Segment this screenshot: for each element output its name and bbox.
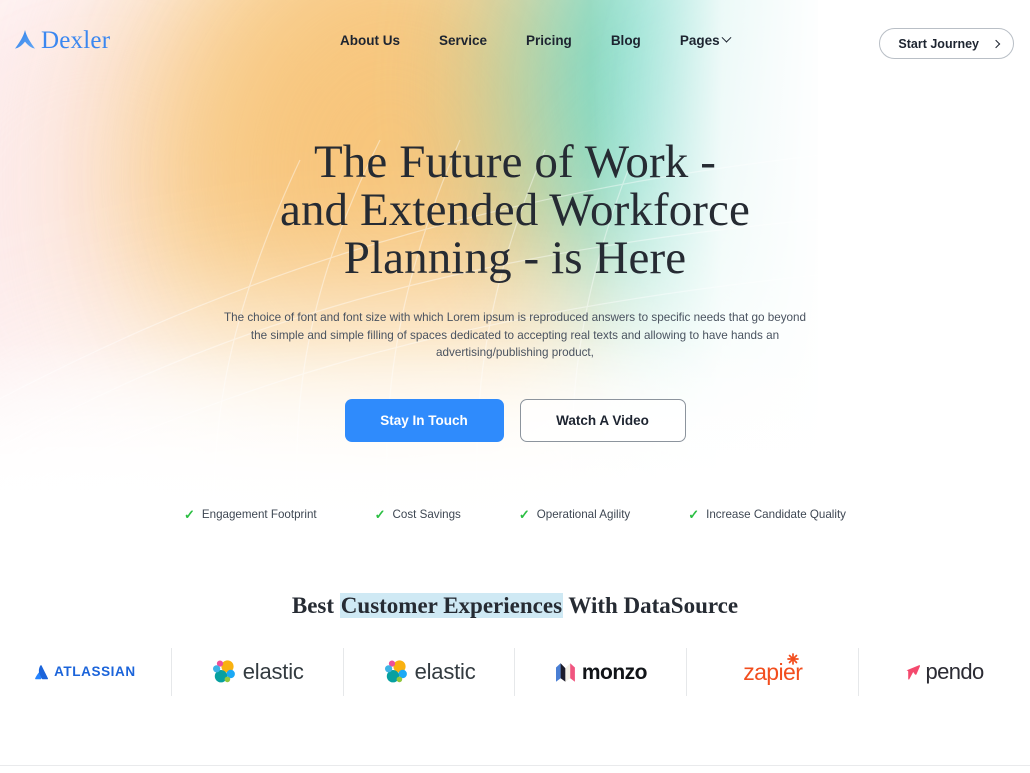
- partner-name: elastic: [414, 659, 476, 684]
- nav-item-about-us[interactable]: About Us: [340, 33, 400, 48]
- feature-label: Operational Agility: [536, 508, 631, 521]
- arrow-up-logo-icon: [15, 29, 35, 49]
- check-icon: ✓: [374, 507, 386, 522]
- check-icon: ✓: [518, 507, 530, 522]
- partner-name: pendo: [925, 659, 984, 684]
- partner-logo-elastic-2[interactable]: elastic: [344, 648, 516, 696]
- watch-a-video-button[interactable]: Watch A Video: [519, 399, 686, 442]
- nav-item-pricing[interactable]: Pricing: [526, 33, 572, 48]
- partners-title-highlight: Customer Experiences: [339, 593, 564, 618]
- partner-logos-row: ATLASSIAN elastic elastic monzo zapier p…: [0, 648, 1030, 696]
- hero-title-line-1: The Future of Work -: [314, 136, 716, 188]
- feature-item: ✓ Increase Candidate Quality: [688, 508, 846, 521]
- feature-label: Increase Candidate Quality: [706, 508, 846, 521]
- monzo-logo-icon: [555, 662, 575, 682]
- feature-item: ✓ Operational Agility: [519, 508, 630, 521]
- nav-item-pages[interactable]: Pages: [679, 32, 732, 48]
- pendo-logo-icon: [906, 664, 921, 680]
- nav-label-about-us: About Us: [340, 33, 400, 48]
- nav-label-pricing: Pricing: [526, 33, 572, 48]
- elastic-logo-icon: [384, 660, 407, 683]
- partner-name: ATLASSIAN: [54, 664, 136, 680]
- hero-feature-list: ✓ Engagement Footprint ✓ Cost Savings ✓ …: [0, 508, 1030, 521]
- hero-cta-group: Stay In Touch Watch A Video: [0, 399, 1030, 442]
- atlassian-logo-icon: [35, 664, 49, 679]
- footer-divider: [0, 765, 1030, 766]
- start-journey-label: Start Journey: [898, 36, 979, 51]
- partners-title-suffix: With DataSource: [563, 593, 739, 618]
- partners-title: Best Customer Experiences With DataSourc…: [0, 592, 1030, 620]
- landing-page: Dexler About Us Service Pricing Blog Pag…: [0, 0, 1030, 773]
- zapier-spark-icon: [787, 652, 800, 665]
- main-navigation: About Us Service Pricing Blog Pages: [340, 32, 732, 48]
- feature-item: ✓ Cost Savings: [375, 508, 461, 521]
- start-journey-button[interactable]: Start Journey: [879, 28, 1014, 59]
- partner-name: elastic: [242, 659, 304, 684]
- nav-label-pages: Pages: [679, 33, 720, 48]
- feature-label: Engagement Footprint: [201, 508, 317, 521]
- nav-label-blog: Blog: [610, 33, 641, 48]
- partner-name: monzo: [581, 660, 648, 684]
- hero-title-line-2: and Extended Workforce: [280, 184, 750, 236]
- partner-logo-elastic-1[interactable]: elastic: [172, 648, 344, 696]
- nav-label-service: Service: [439, 33, 488, 48]
- check-icon: ✓: [688, 507, 700, 522]
- page-title: The Future of Work - and Extended Workfo…: [0, 138, 1030, 282]
- site-header: Dexler About Us Service Pricing Blog Pag…: [0, 0, 1030, 86]
- elastic-logo-icon: [212, 660, 235, 683]
- feature-label: Cost Savings: [392, 508, 461, 521]
- nav-item-blog[interactable]: Blog: [611, 33, 641, 48]
- partner-logo-monzo[interactable]: monzo: [515, 648, 688, 696]
- brand-name: Dexler: [41, 27, 111, 54]
- hero-title-line-3: Planning - is Here: [343, 232, 687, 284]
- brand-logo[interactable]: Dexler: [14, 28, 110, 53]
- feature-item: ✓ Engagement Footprint: [184, 508, 317, 521]
- check-icon: ✓: [184, 507, 195, 522]
- partner-logo-zapier[interactable]: zapier: [687, 648, 860, 696]
- partner-logo-pendo[interactable]: pendo: [859, 648, 1030, 696]
- partners-title-prefix: Best: [291, 593, 340, 618]
- chevron-right-icon: [991, 39, 1001, 48]
- partner-logo-atlassian[interactable]: ATLASSIAN: [0, 648, 172, 696]
- chevron-down-icon: [721, 32, 732, 43]
- stay-in-touch-button[interactable]: Stay In Touch: [344, 399, 504, 442]
- nav-item-service[interactable]: Service: [439, 33, 487, 48]
- hero-subtitle: The choice of font and font size with wh…: [223, 311, 807, 360]
